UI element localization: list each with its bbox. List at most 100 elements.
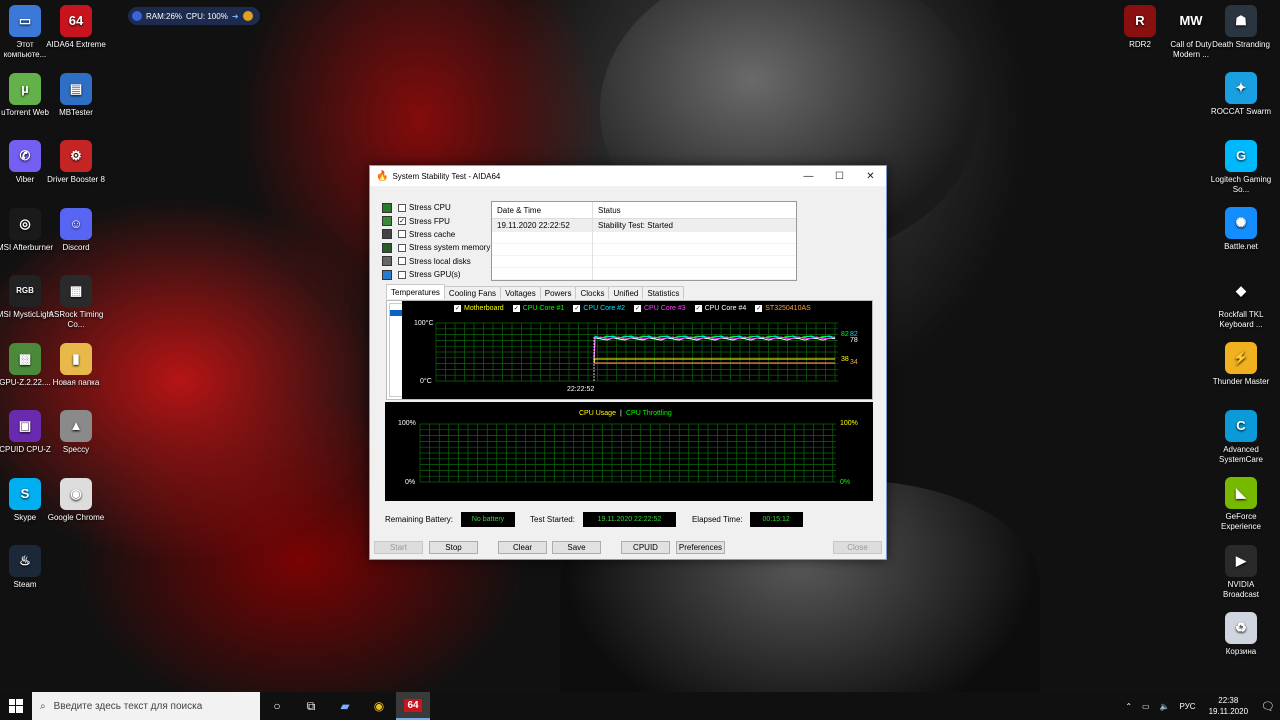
usage-title: CPU Usage: [579, 410, 616, 417]
app-icon: ☺: [60, 207, 92, 240]
desktop-icon-label: ASRock Timing Co...: [48, 310, 104, 329]
stress-option[interactable]: Stress cache: [382, 228, 490, 241]
desktop-icon-label: Battle.net: [1224, 242, 1258, 251]
log-col-date[interactable]: Date & Time: [492, 202, 593, 218]
stress-type-icon: [382, 216, 392, 227]
close-button[interactable]: Close: [833, 541, 882, 554]
stability-test-window: 🔥 System Stability Test - AIDA64 — ☐ ✕ S…: [369, 165, 887, 560]
app-icon: C: [1225, 409, 1257, 442]
taskbar-search[interactable]: ⌕ Введите здесь текст для поиска: [32, 692, 260, 720]
desktop-icon[interactable]: ☗ Death Stranding: [1210, 5, 1272, 50]
desktop-icon-label: Discord: [62, 242, 90, 252]
stress-label: Stress cache: [409, 229, 456, 239]
start-button[interactable]: Start: [374, 541, 423, 554]
chrome-taskbar-icon[interactable]: ◉: [362, 692, 396, 720]
stress-checkbox[interactable]: [398, 203, 406, 212]
desktop-icon-label: GeForce Experience: [1220, 512, 1262, 531]
cpu-readout: CPU: 100%: [186, 11, 228, 21]
log-status: Stability Test: Started: [598, 221, 673, 230]
stress-checkbox[interactable]: ✓: [398, 217, 406, 226]
stress-option[interactable]: ✓ Stress FPU: [382, 214, 490, 227]
temperature-chart: ✓ Motherboard ✓ CPU Core #1 ✓ CPU Core #2 ✓ CPU…: [402, 301, 872, 399]
notifications-icon[interactable]: 🗨: [1261, 700, 1275, 713]
desktop-icon[interactable]: ▲ Speccy: [45, 410, 107, 455]
log-date: 19.11.2020 22:22:52: [492, 219, 593, 232]
desktop-icon[interactable]: ◣ GeForce Experience: [1210, 477, 1272, 532]
stress-option[interactable]: Stress system memory: [382, 241, 490, 254]
tab-cooling-fans[interactable]: Cooling Fans: [443, 286, 502, 299]
desktop-icon-label: Корзина: [1225, 647, 1257, 656]
clock[interactable]: 22:38 19.11.2020: [1209, 695, 1248, 717]
desktop-icon[interactable]: ▮ Новая папка: [45, 342, 107, 388]
desktop-icon[interactable]: 64 AIDA64 Extreme: [45, 5, 107, 50]
tab-temperatures[interactable]: Temperatures: [386, 284, 445, 299]
cortana-icon[interactable]: ○: [260, 692, 294, 720]
stress-checkbox[interactable]: [398, 230, 406, 239]
tab-voltages[interactable]: Voltages: [500, 286, 541, 299]
usage-y-top: 100%: [398, 420, 416, 427]
temp-x-label: 22:22:52: [567, 386, 594, 393]
log-row[interactable]: 19.11.2020 22:22:52 Stability Test: Star…: [492, 219, 796, 232]
stress-option[interactable]: Stress GPU(s): [382, 268, 490, 281]
taskbar-app-icon[interactable]: ▰: [328, 692, 362, 720]
close-window-button[interactable]: ✕: [855, 166, 886, 186]
stress-option[interactable]: Stress CPU: [382, 201, 490, 214]
log-col-status[interactable]: Status: [593, 202, 796, 218]
desktop-icon[interactable]: ♻ Корзина: [1210, 612, 1272, 657]
app-icon: ✆: [9, 140, 41, 172]
desktop-icon[interactable]: ♨ Steam: [0, 545, 56, 590]
desktop-icon-label: MBTester: [59, 107, 93, 117]
desktop-icon[interactable]: ▶ NVIDIA Broadcast: [1210, 544, 1272, 600]
stress-checkbox[interactable]: [398, 257, 406, 266]
desktop-icon[interactable]: ✦ ROCCAT Swarm: [1210, 72, 1272, 117]
stress-checkbox[interactable]: [398, 243, 406, 252]
window-titlebar[interactable]: 🔥 System Stability Test - AIDA64 — ☐ ✕: [370, 166, 886, 186]
task-view-icon[interactable]: ⧉: [294, 692, 328, 720]
log-empty-row: [492, 256, 796, 268]
desktop-icon[interactable]: ▦ ASRock Timing Co...: [45, 275, 107, 330]
log-empty-row: [492, 244, 796, 256]
desktop-icon[interactable]: ◉ Google Chrome: [45, 477, 107, 523]
desktop-icon[interactable]: ☺ Discord: [45, 207, 107, 253]
app-icon: R: [1124, 5, 1156, 37]
desktop-icon[interactable]: ◆ Rockfall TKL Keyboard ...: [1210, 274, 1272, 330]
preferences-button[interactable]: Preferences: [676, 541, 725, 554]
sensor-list[interactable]: [389, 303, 403, 397]
app-icon: RGB: [9, 275, 41, 307]
desktop-icon[interactable]: ⚡ Thunder Master: [1210, 342, 1272, 387]
temp-right-label: 34: [850, 359, 858, 366]
app-icon: G: [1225, 139, 1257, 172]
tab-powers[interactable]: Powers: [539, 286, 577, 299]
desktop-icon[interactable]: C Advanced SystemCare: [1210, 409, 1272, 465]
stop-button[interactable]: Stop: [429, 541, 478, 554]
desktop-icon[interactable]: ⚙ Driver Booster 8: [45, 140, 107, 185]
stress-checkbox[interactable]: [398, 270, 406, 279]
status-log-table: Date & Time Status 19.11.2020 22:22:52 S…: [491, 201, 797, 281]
clear-button[interactable]: Clear: [498, 541, 547, 554]
temp-y-bottom: 0°C: [420, 377, 432, 385]
tab-unified[interactable]: Unified: [608, 286, 644, 299]
desktop-icon[interactable]: G Logitech Gaming So...: [1210, 139, 1272, 195]
tab-statistics[interactable]: Statistics: [642, 286, 685, 299]
aida64-taskbar-icon[interactable]: 64: [396, 692, 430, 720]
system-monitor-widget[interactable]: RAM:26% CPU: 100% ➜: [128, 7, 260, 25]
elapsed-label: Elapsed Time:: [691, 515, 743, 524]
tray-chevron-icon[interactable]: ⌃: [1125, 702, 1132, 711]
volume-icon[interactable]: 🔈: [1160, 702, 1170, 711]
usage-right-bottom: 0%: [840, 479, 850, 486]
save-button[interactable]: Save: [552, 541, 601, 554]
info-bar: Remaining Battery: No battery Test Start…: [385, 512, 803, 527]
maximize-button[interactable]: ☐: [824, 166, 855, 186]
cpuid-button[interactable]: CPUID: [621, 541, 670, 554]
app-icon: MW: [1175, 5, 1207, 37]
app-icon: µ: [9, 72, 41, 105]
test-started-value: 19.11.2020 22:22:52: [582, 512, 676, 527]
desktop-icon[interactable]: ▤ MBTester: [45, 72, 107, 118]
language-indicator[interactable]: РУС: [1180, 702, 1196, 711]
network-icon[interactable]: ▭: [1142, 702, 1150, 711]
desktop-icon[interactable]: ✺ Battle.net: [1210, 207, 1272, 252]
start-button[interactable]: [0, 692, 32, 720]
tab-clocks[interactable]: Clocks: [575, 286, 610, 299]
minimize-button[interactable]: —: [793, 166, 824, 186]
stress-option[interactable]: Stress local disks: [382, 255, 490, 268]
